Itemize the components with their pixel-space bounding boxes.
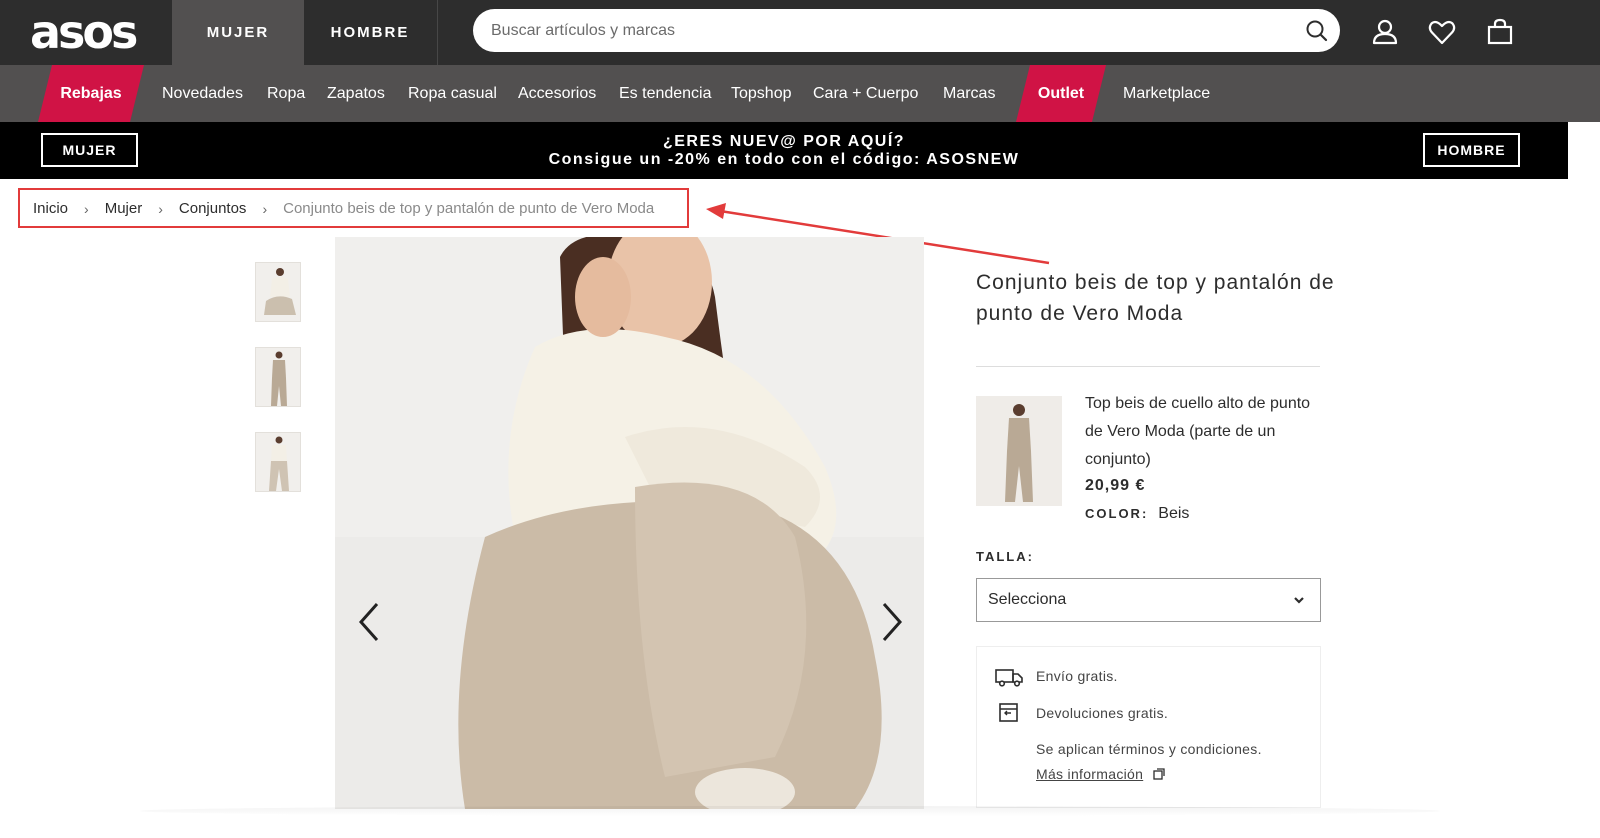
- bag-icon[interactable]: [1485, 17, 1515, 47]
- breadcrumb-separator: ›: [158, 200, 163, 217]
- item-color: COLOR: Beis: [1085, 505, 1189, 523]
- size-label: TALLA:: [976, 549, 1034, 564]
- next-image-arrow-icon[interactable]: [876, 600, 906, 644]
- search-icon[interactable]: [1304, 18, 1330, 44]
- nav-marcas[interactable]: Marcas: [943, 65, 995, 122]
- free-returns-text: Devoluciones gratis.: [1036, 705, 1169, 721]
- thumbnail-2[interactable]: [255, 347, 301, 407]
- free-shipping-text: Envío gratis.: [1036, 668, 1118, 684]
- nav-ropa-casual[interactable]: Ropa casual: [408, 65, 497, 122]
- breadcrumb-separator: ›: [84, 200, 89, 217]
- more-info-link[interactable]: Más información: [1036, 766, 1143, 782]
- more-info-row: Más información: [1036, 766, 1166, 782]
- nav-outlet[interactable]: Outlet: [1016, 65, 1106, 122]
- category-nav: Rebajas Novedades Ropa Zapatos Ropa casu…: [0, 65, 1600, 122]
- breadcrumb-separator: ›: [262, 200, 268, 217]
- thumbnail-1[interactable]: [255, 262, 301, 322]
- account-icon[interactable]: [1370, 17, 1400, 47]
- size-select-value: Selecciona: [988, 591, 1067, 608]
- promo-banner: MUJER ¿ERES NUEV@ POR AQUÍ? Consigue un …: [0, 122, 1568, 179]
- breadcrumb-conjuntos[interactable]: Conjuntos: [179, 200, 247, 217]
- size-select[interactable]: Selecciona: [976, 578, 1321, 622]
- nav-novedades[interactable]: Novedades: [162, 65, 243, 122]
- promo-hombre-button[interactable]: HOMBRE: [1423, 133, 1520, 167]
- tab-hombre[interactable]: HOMBRE: [304, 0, 436, 65]
- top-bar: asos MUJER HOMBRE: [0, 0, 1600, 65]
- nav-zapatos[interactable]: Zapatos: [327, 65, 385, 122]
- nav-es-tendencia[interactable]: Es tendencia: [619, 65, 712, 122]
- asos-logo[interactable]: asos: [30, 6, 138, 58]
- delivery-info-box: [976, 646, 1321, 808]
- promo-headline: ¿ERES NUEV@ POR AQUÍ?: [662, 133, 906, 150]
- nav-topshop[interactable]: Topshop: [731, 65, 792, 122]
- item-thumbnail[interactable]: [976, 396, 1062, 506]
- title-divider: [976, 366, 1320, 367]
- promo-code-text: Consigue un -20% en todo con el código: …: [548, 151, 1020, 168]
- search-bar: [473, 9, 1340, 52]
- nav-marketplace[interactable]: Marketplace: [1123, 65, 1210, 122]
- color-value: Beis: [1158, 505, 1190, 522]
- breadcrumb-current: Conjunto beis de top y pantalón de punto…: [283, 200, 655, 217]
- tab-divider: [437, 0, 438, 65]
- breadcrumb-mujer[interactable]: Mujer: [105, 200, 143, 217]
- nav-ropa[interactable]: Ropa: [267, 65, 305, 122]
- terms-text: Se aplican términos y condiciones.: [1036, 741, 1262, 757]
- external-link-icon: [1153, 768, 1166, 780]
- breadcrumb: Inicio › Mujer › Conjuntos › Conjunto be…: [33, 200, 654, 217]
- previous-image-arrow-icon[interactable]: [355, 600, 385, 644]
- item-name[interactable]: Top beis de cuello alto de punto de Vero…: [1085, 390, 1320, 474]
- nav-cara-cuerpo[interactable]: Cara + Cuerpo: [813, 65, 918, 122]
- breadcrumb-inicio[interactable]: Inicio: [33, 200, 68, 217]
- bottom-shadow: [140, 806, 1440, 816]
- search-input[interactable]: [491, 9, 1281, 52]
- truck-icon: [995, 669, 1023, 687]
- color-label: COLOR:: [1085, 506, 1149, 521]
- nav-accesorios[interactable]: Accesorios: [518, 65, 596, 122]
- chevron-down-icon: [1294, 597, 1304, 604]
- thumbnail-3[interactable]: [255, 432, 301, 492]
- item-price: 20,99 €: [1085, 477, 1146, 494]
- returns-icon: [999, 703, 1018, 722]
- nav-rebajas[interactable]: Rebajas: [38, 65, 144, 122]
- heart-icon[interactable]: [1427, 17, 1457, 47]
- product-main-image: [335, 237, 924, 809]
- product-title: Conjunto beis de top y pantalón de punto…: [976, 271, 1335, 325]
- tab-mujer[interactable]: MUJER: [172, 0, 304, 65]
